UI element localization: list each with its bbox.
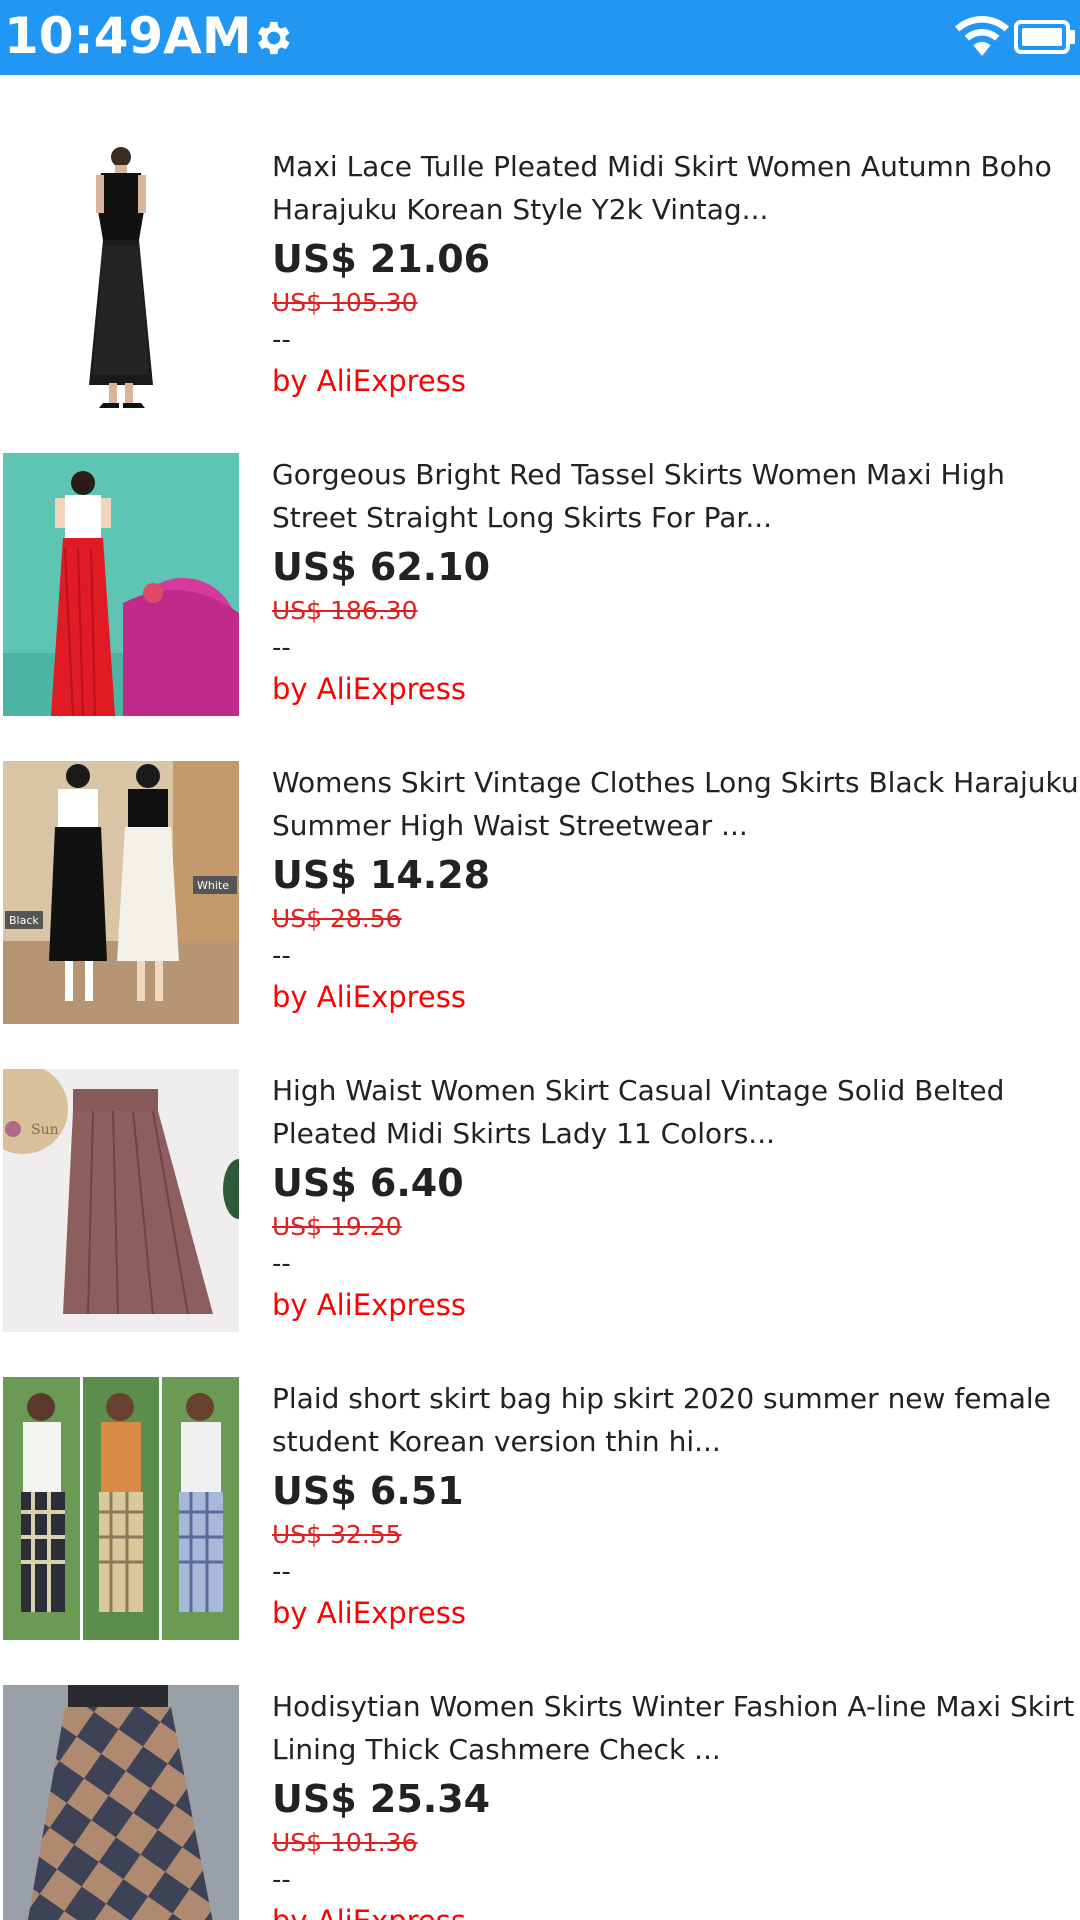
product-item[interactable]: Hodisytian Women Skirts Winter Fashion A… <box>0 1685 1080 1920</box>
product-original-price: US$ 105.30 <box>272 288 418 317</box>
product-info: Hodisytian Women Skirts Winter Fashion A… <box>272 1685 1080 1920</box>
product-price: US$ 6.51 <box>272 1469 464 1513</box>
product-price: US$ 6.40 <box>272 1161 464 1205</box>
product-rating: -- <box>272 941 291 971</box>
product-price: US$ 14.28 <box>272 853 491 897</box>
product-original-price: US$ 101.36 <box>272 1828 418 1857</box>
battery-icon <box>1014 20 1075 54</box>
product-info: Plaid short skirt bag hip skirt 2020 sum… <box>272 1377 1080 1634</box>
status-time: 10:49AM <box>4 7 252 65</box>
product-original-price: US$ 186.30 <box>272 596 418 625</box>
product-thumbnail[interactable] <box>3 1685 239 1920</box>
product-item[interactable]: Plaid short skirt bag hip skirt 2020 sum… <box>0 1377 1080 1685</box>
product-list[interactable]: Maxi Lace Tulle Pleated Midi Skirt Women… <box>0 75 1080 1920</box>
product-rating: -- <box>272 633 291 663</box>
product-price: US$ 62.10 <box>272 545 491 589</box>
label-black: Black <box>9 914 39 927</box>
product-info: Womens Skirt Vintage Clothes Long Skirts… <box>272 761 1080 1018</box>
wifi-icon <box>955 16 1009 56</box>
product-thumbnail[interactable]: Black White <box>3 761 239 1024</box>
product-title[interactable]: Plaid short skirt bag hip skirt 2020 sum… <box>272 1377 1080 1463</box>
gear-icon <box>258 21 290 55</box>
product-rating: -- <box>272 1865 291 1895</box>
product-seller: by AliExpress <box>272 672 466 706</box>
product-seller: by AliExpress <box>272 980 466 1014</box>
product-original-price: US$ 32.55 <box>272 1520 402 1549</box>
product-title[interactable]: Maxi Lace Tulle Pleated Midi Skirt Women… <box>272 145 1080 231</box>
product-title[interactable]: Hodisytian Women Skirts Winter Fashion A… <box>272 1685 1080 1771</box>
product-title[interactable]: Gorgeous Bright Red Tassel Skirts Women … <box>272 453 1080 539</box>
product-price: US$ 21.06 <box>272 237 491 281</box>
product-seller: by AliExpress <box>272 1596 466 1630</box>
product-thumbnail[interactable] <box>3 1377 239 1640</box>
product-thumbnail[interactable]: Sun <box>3 1069 239 1332</box>
product-info: High Waist Women Skirt Casual Vintage So… <box>272 1069 1080 1326</box>
product-item[interactable]: Sun High Waist Women Skirt Casual Vintag… <box>0 1069 1080 1377</box>
product-price: US$ 25.34 <box>272 1777 491 1821</box>
product-seller: by AliExpress <box>272 364 466 398</box>
product-original-price: US$ 19.20 <box>272 1212 402 1241</box>
product-info: Gorgeous Bright Red Tassel Skirts Women … <box>272 453 1080 710</box>
product-rating: -- <box>272 1557 291 1587</box>
product-thumbnail[interactable] <box>3 145 239 408</box>
product-item[interactable]: Gorgeous Bright Red Tassel Skirts Women … <box>0 453 1080 761</box>
product-title[interactable]: Womens Skirt Vintage Clothes Long Skirts… <box>272 761 1080 847</box>
product-seller: by AliExpress <box>272 1288 466 1322</box>
product-original-price: US$ 28.56 <box>272 904 402 933</box>
label-sun: Sun <box>31 1122 59 1138</box>
product-item[interactable]: Black White Womens Skirt Vintage Clothes… <box>0 761 1080 1069</box>
status-bar: 10:49AM <box>0 0 1080 75</box>
label-white: White <box>197 879 229 892</box>
product-seller: by AliExpress <box>272 1900 1080 1920</box>
product-rating: -- <box>272 1249 291 1279</box>
product-item[interactable]: Maxi Lace Tulle Pleated Midi Skirt Women… <box>0 145 1080 453</box>
product-info: Maxi Lace Tulle Pleated Midi Skirt Women… <box>272 145 1080 402</box>
product-title[interactable]: High Waist Women Skirt Casual Vintage So… <box>272 1069 1080 1155</box>
product-rating: -- <box>272 325 291 355</box>
product-thumbnail[interactable] <box>3 453 239 716</box>
